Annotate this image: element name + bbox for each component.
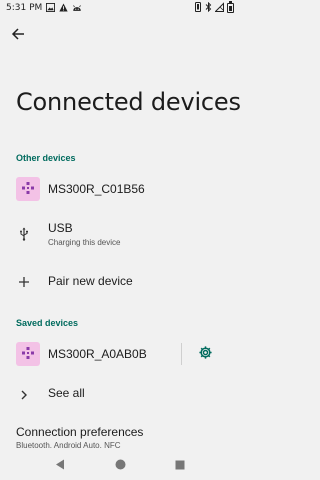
device-name: MS300R_C01B56 [48, 182, 145, 196]
see-all-label: See all [48, 386, 85, 400]
status-right [194, 1, 234, 14]
back-triangle-icon [55, 455, 65, 474]
back-button[interactable] [6, 23, 30, 47]
status-left: 5:31 PM [6, 2, 82, 14]
device-settings-button[interactable] [194, 343, 216, 365]
gear-icon [198, 345, 213, 364]
section-header-other-devices: Other devices [16, 153, 76, 163]
status-time: 5:31 PM [6, 3, 43, 13]
plus-icon [18, 273, 30, 292]
usb-icon [19, 226, 29, 245]
usb-subtitle: Charging this device [48, 238, 121, 247]
recents-square-icon [175, 455, 185, 474]
device-row-ms300r-c01b56[interactable]: MS300R_C01B56 [0, 174, 240, 204]
chevron-right-icon [20, 385, 28, 404]
status-bar: 5:31 PM [0, 0, 240, 16]
usb-icon-wrap [16, 225, 32, 245]
gamepad-icon [21, 180, 35, 199]
device-name: MS300R_A0AB0B [48, 347, 147, 361]
gamepad-icon [21, 345, 35, 364]
device-icon-box [16, 342, 40, 366]
usb-title: USB [48, 221, 73, 235]
vibrate-icon [194, 2, 202, 14]
home-circle-icon [115, 455, 126, 474]
bluetooth-icon [205, 1, 212, 14]
see-all-row[interactable]: See all [0, 381, 240, 407]
nav-recents-button[interactable] [172, 456, 188, 472]
pair-new-device-label: Pair new device [48, 274, 133, 288]
warning-icon [59, 2, 68, 14]
nav-back-button[interactable] [52, 456, 68, 472]
usb-row[interactable]: USB Charging this device [0, 219, 240, 251]
pair-new-device-row[interactable]: Pair new device [0, 268, 240, 296]
connection-preferences-title: Connection preferences [16, 425, 144, 439]
no-signal-icon [214, 2, 224, 14]
arrow-left-icon [11, 26, 25, 45]
connection-preferences-row[interactable]: Connection preferences Bluetooth, Androi… [0, 424, 240, 450]
image-icon [46, 2, 56, 14]
android-icon [72, 3, 82, 14]
device-icon-box [16, 177, 40, 201]
battery-icon [227, 1, 234, 13]
nav-home-button[interactable] [112, 456, 128, 472]
chevron-wrap [16, 384, 32, 404]
system-nav-bar [0, 448, 240, 480]
section-header-saved-devices: Saved devices [16, 318, 79, 328]
page-title: Connected devices [16, 88, 241, 116]
device-row-ms300r-a0ab0b[interactable]: MS300R_A0AB0B [0, 339, 240, 369]
row-divider [181, 343, 182, 365]
plus-icon-wrap [16, 272, 32, 292]
